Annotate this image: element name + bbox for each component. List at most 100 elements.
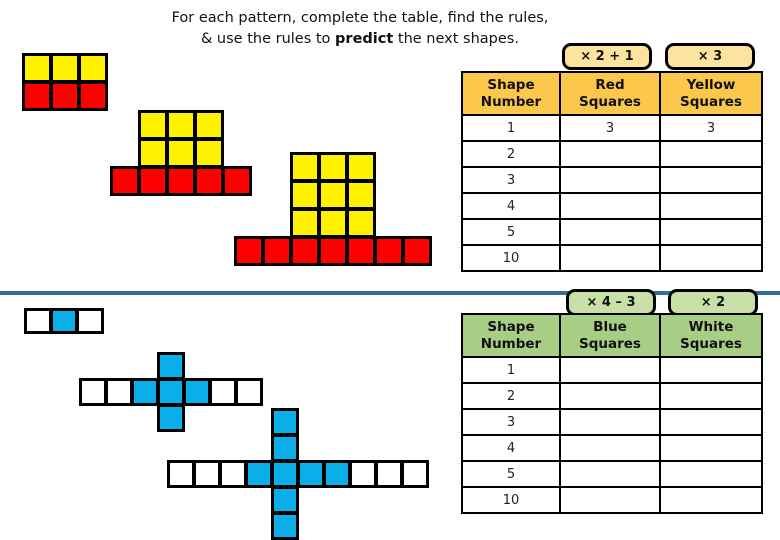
yellow-square (346, 152, 376, 182)
yellow-square (346, 180, 376, 210)
cell-white-squares[interactable] (659, 486, 763, 514)
cell-yellow-squares[interactable] (659, 166, 763, 194)
white-square (79, 378, 107, 406)
cell-yellow-squares[interactable] (659, 140, 763, 168)
yellow-square (346, 208, 376, 238)
rule-badge-yellow: × 3 (665, 43, 755, 70)
cell-yellow-squares[interactable] (659, 192, 763, 220)
red-square (234, 236, 264, 266)
yellow-square (50, 53, 80, 83)
header-white-squares: White Squares (659, 313, 763, 358)
blue-square (271, 408, 299, 436)
cell-blue-squares[interactable] (559, 460, 661, 488)
cell-red-squares[interactable] (559, 218, 661, 246)
cell-white-squares[interactable] (659, 356, 763, 384)
table-row: 10 (461, 486, 763, 514)
cell-shape-number: 2 (461, 140, 561, 168)
cell-shape-number: 4 (461, 434, 561, 462)
table-row: 3 (461, 166, 763, 194)
header-shape-number: Shape Number (461, 313, 561, 358)
cell-yellow-squares[interactable] (659, 218, 763, 246)
header-line: Yellow (686, 76, 736, 93)
table-row: 1 3 3 (461, 114, 763, 142)
red-square (290, 236, 320, 266)
cell-yellow-squares[interactable] (659, 244, 763, 272)
section-divider (0, 291, 780, 295)
yellow-square (138, 138, 168, 168)
blue-square (183, 378, 211, 406)
blue-square (131, 378, 159, 406)
cell-white-squares[interactable] (659, 382, 763, 410)
cell-shape-number: 3 (461, 408, 561, 436)
red-square (222, 166, 252, 196)
cell-shape-number: 10 (461, 244, 561, 272)
blue-square (271, 460, 299, 488)
rule-badge-red: × 2 + 1 (562, 43, 652, 70)
table-row: 1 (461, 356, 763, 384)
header-line: Shape (487, 76, 535, 93)
header-line: White (688, 318, 734, 335)
red-square (194, 166, 224, 196)
header-line: Number (480, 335, 542, 352)
cell-shape-number: 5 (461, 218, 561, 246)
red-square (22, 81, 52, 111)
table-row: 4 (461, 192, 763, 220)
cell-blue-squares[interactable] (559, 486, 661, 514)
white-square (105, 378, 133, 406)
header-red-squares: Red Squares (559, 71, 661, 116)
cell-shape-number: 2 (461, 382, 561, 410)
table-row: 5 (461, 218, 763, 246)
white-square (24, 308, 52, 334)
cell-white-squares[interactable] (659, 460, 763, 488)
cell-blue-squares[interactable] (559, 382, 661, 410)
cell-shape-number: 4 (461, 192, 561, 220)
blue-square (157, 352, 185, 380)
cell-blue-squares[interactable] (559, 408, 661, 436)
blue-square (157, 378, 185, 406)
yellow-square (318, 180, 348, 210)
blue-square (271, 434, 299, 462)
red-square (78, 81, 108, 111)
cell-red-squares[interactable]: 3 (559, 114, 661, 142)
cell-white-squares[interactable] (659, 408, 763, 436)
cell-red-squares[interactable] (559, 140, 661, 168)
cell-shape-number: 10 (461, 486, 561, 514)
cell-shape-number: 5 (461, 460, 561, 488)
cell-red-squares[interactable] (559, 192, 661, 220)
cell-blue-squares[interactable] (559, 434, 661, 462)
header-yellow-squares: Yellow Squares (659, 71, 763, 116)
title-line-2-bold: predict (335, 31, 394, 47)
yellow-square (166, 138, 196, 168)
header-line: Squares (579, 93, 641, 110)
title-line-1: For each pattern, complete the table, fi… (171, 10, 549, 26)
cell-red-squares[interactable] (559, 166, 661, 194)
cell-red-squares[interactable] (559, 244, 661, 272)
cell-shape-number: 1 (461, 356, 561, 384)
header-shape-number: Shape Number (461, 71, 561, 116)
cell-yellow-squares[interactable]: 3 (659, 114, 763, 142)
cell-white-squares[interactable] (659, 434, 763, 462)
yellow-square (22, 53, 52, 83)
table-row: 2 (461, 140, 763, 168)
red-square (374, 236, 404, 266)
rule-badge-white: × 2 (668, 289, 758, 316)
header-line: Number (480, 93, 542, 110)
cell-blue-squares[interactable] (559, 356, 661, 384)
top-table: Shape Number Red Squares Yellow Squares … (461, 71, 763, 272)
bottom-table: Shape Number Blue Squares White Squares … (461, 313, 763, 514)
red-square (166, 166, 196, 196)
yellow-square (290, 180, 320, 210)
white-square (219, 460, 247, 488)
red-square (318, 236, 348, 266)
white-square (167, 460, 195, 488)
page-title: For each pattern, complete the table, fi… (150, 8, 570, 50)
header-line: Squares (680, 335, 742, 352)
blue-square (297, 460, 325, 488)
header-line: Squares (680, 93, 742, 110)
table-row: 3 (461, 408, 763, 436)
yellow-square (138, 110, 168, 140)
table-row: 4 (461, 434, 763, 462)
white-square (209, 378, 237, 406)
rule-badge-blue: × 4 – 3 (566, 289, 656, 316)
red-square (346, 236, 376, 266)
